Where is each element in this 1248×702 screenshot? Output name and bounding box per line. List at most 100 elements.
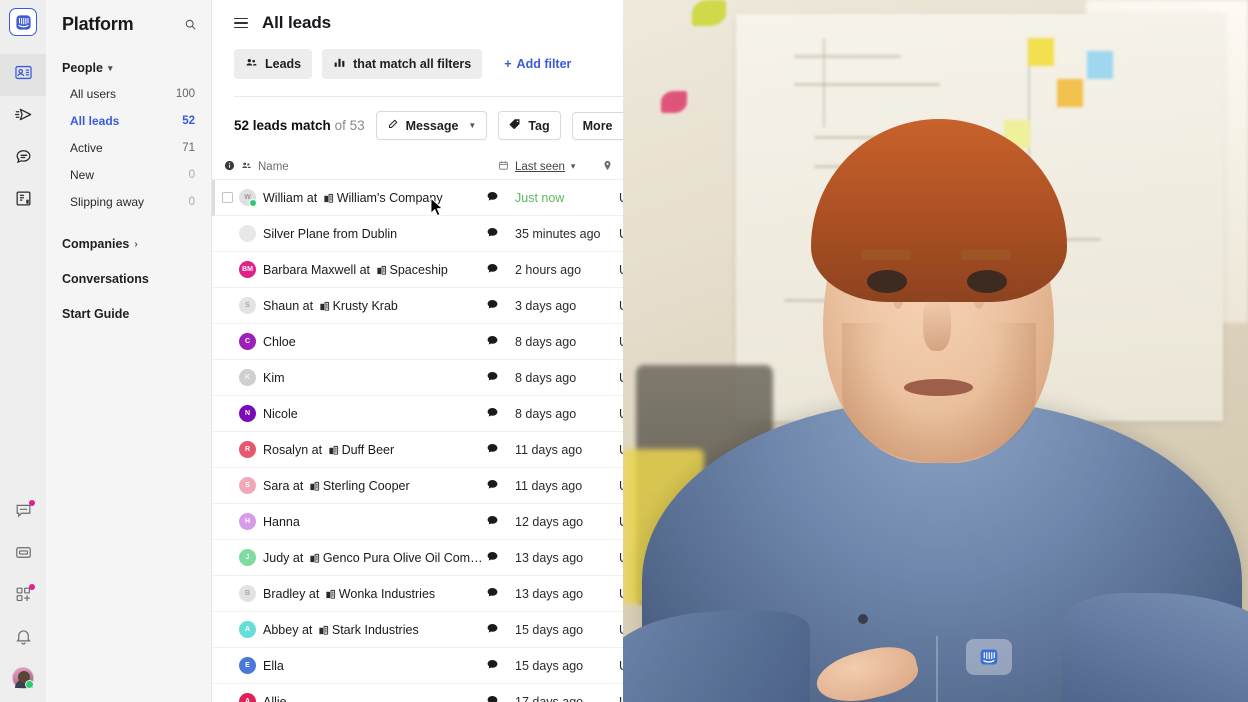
row-message-icon-cell[interactable] bbox=[486, 442, 515, 458]
row-message-icon-cell[interactable] bbox=[486, 622, 515, 638]
row-message-icon-cell[interactable] bbox=[486, 586, 515, 602]
sidebar-item-start-guide[interactable]: Start Guide bbox=[46, 307, 211, 321]
rail-item-messenger[interactable] bbox=[0, 534, 46, 576]
sidebar-item-label: New bbox=[70, 168, 95, 182]
chat-bubble-icon[interactable] bbox=[486, 298, 499, 314]
row-message-icon-cell[interactable] bbox=[486, 550, 515, 566]
sidebar-item-label: Active bbox=[70, 141, 103, 155]
audience-chip[interactable]: Leads bbox=[234, 49, 313, 79]
row-person-name: Ella bbox=[263, 658, 284, 673]
chat-bubble-icon[interactable] bbox=[486, 334, 499, 350]
rail-item-outbound[interactable] bbox=[0, 96, 46, 138]
sidebar-item-new[interactable]: New 0 bbox=[46, 162, 211, 189]
row-at-word: at bbox=[302, 298, 314, 313]
chat-bubble-icon[interactable] bbox=[486, 586, 499, 602]
row-name-cell[interactable]: C Chloe bbox=[239, 333, 486, 350]
sidebar-item-label: Start Guide bbox=[62, 307, 130, 321]
rail-item-conversations[interactable] bbox=[0, 138, 46, 180]
row-message-icon-cell[interactable] bbox=[486, 694, 515, 702]
chevron-right-icon: › bbox=[134, 238, 138, 250]
row-at-word: at bbox=[311, 442, 323, 457]
chat-bubble-icon[interactable] bbox=[486, 478, 499, 494]
sidebar-item-count: 100 bbox=[175, 88, 195, 100]
row-name-cell[interactable]: BM Barbara Maxwell at Spaceship bbox=[239, 261, 486, 278]
match-filters-chip[interactable]: that match all filters bbox=[322, 49, 483, 79]
webcam-video-overlay bbox=[623, 0, 1248, 702]
row-checkbox[interactable] bbox=[222, 192, 233, 203]
row-message-icon-cell[interactable] bbox=[486, 298, 515, 314]
row-message-icon-cell[interactable] bbox=[486, 406, 515, 422]
add-filter-label: Add filter bbox=[516, 57, 572, 71]
message-button[interactable]: Message ▼ bbox=[375, 111, 488, 140]
info-icon[interactable] bbox=[224, 160, 235, 174]
row-name-cell[interactable]: R Rosalyn at Duff Beer bbox=[239, 441, 486, 458]
sidebar-item-label: Conversations bbox=[62, 272, 149, 286]
row-company-name: Duff Beer bbox=[341, 442, 395, 457]
sidebar-item-all-users[interactable]: All users 100 bbox=[46, 81, 211, 108]
add-filter-button[interactable]: + Add filter bbox=[504, 57, 571, 71]
column-header-last-seen-label: Last seen bbox=[515, 160, 565, 173]
row-message-icon-cell[interactable] bbox=[486, 514, 515, 530]
chat-bubble-icon[interactable] bbox=[486, 658, 499, 674]
row-name-cell[interactable]: K Kim bbox=[239, 369, 486, 386]
row-name-cell[interactable]: W William at William's Company bbox=[239, 189, 486, 206]
row-name-cell[interactable]: J Judy at Genco Pura Olive Oil Company bbox=[239, 549, 486, 566]
row-name-cell[interactable]: H Hanna bbox=[239, 513, 486, 530]
row-message-icon-cell[interactable] bbox=[486, 370, 515, 386]
row-last-seen: Just now bbox=[515, 190, 565, 205]
chat-bubble-icon[interactable] bbox=[486, 226, 499, 242]
sidebar-section-people[interactable]: People ▾ bbox=[46, 61, 211, 75]
chat-bubble-icon[interactable] bbox=[486, 370, 499, 386]
chevron-down-icon: ▾ bbox=[570, 161, 576, 171]
row-message-icon-cell[interactable] bbox=[486, 334, 515, 350]
rail-item-profile[interactable] bbox=[0, 660, 46, 702]
sidebar-item-companies[interactable]: Companies › bbox=[46, 237, 211, 251]
chat-bubble-icon[interactable] bbox=[486, 262, 499, 278]
row-name-cell[interactable]: S Shaun at Krusty Krab bbox=[239, 297, 486, 314]
filter-chart-icon bbox=[333, 56, 346, 72]
row-name-cell[interactable]: A Abbey at Stark Industries bbox=[239, 621, 486, 638]
video-person-hand bbox=[811, 639, 923, 702]
row-name-cell[interactable]: Silver Plane from Dublin bbox=[239, 225, 486, 242]
rail-item-inbox[interactable] bbox=[0, 492, 46, 534]
row-at-word: at bbox=[306, 190, 318, 205]
sidebar-item-label: All users bbox=[70, 87, 117, 101]
chevron-down-icon: ▼ bbox=[468, 121, 477, 130]
row-last-seen: 13 days ago bbox=[515, 586, 584, 601]
row-name-cell[interactable]: S Sara at Sterling Cooper bbox=[239, 477, 486, 494]
row-person-name: Hanna bbox=[263, 514, 300, 529]
row-message-icon-cell[interactable] bbox=[486, 478, 515, 494]
column-header-last-seen[interactable]: Last seen ▾ bbox=[498, 160, 602, 174]
intercom-logo[interactable] bbox=[9, 8, 37, 36]
row-name-cell[interactable]: N Nicole bbox=[239, 405, 486, 422]
hamburger-menu-icon[interactable] bbox=[234, 17, 248, 29]
row-message-icon-cell[interactable] bbox=[486, 262, 515, 278]
chat-bubble-icon[interactable] bbox=[486, 442, 499, 458]
row-name-cell[interactable]: B Bradley at Wonka Industries bbox=[239, 585, 486, 602]
chat-bubble-icon[interactable] bbox=[486, 694, 499, 702]
column-header-name[interactable]: Name bbox=[222, 160, 469, 174]
row-name-cell[interactable]: E Ella bbox=[239, 657, 486, 674]
sidebar-item-conversations[interactable]: Conversations bbox=[46, 272, 211, 286]
row-message-icon-cell[interactable] bbox=[486, 226, 515, 242]
row-message-icon-cell[interactable] bbox=[486, 190, 515, 206]
chat-bubble-icon[interactable] bbox=[486, 514, 499, 530]
rail-item-articles[interactable] bbox=[0, 180, 46, 222]
message-button-label: Message bbox=[405, 118, 459, 133]
row-person-name: Abbey bbox=[263, 622, 299, 637]
sidebar-item-all-leads[interactable]: All leads 52 bbox=[46, 108, 211, 135]
row-name-cell[interactable]: A Allie bbox=[239, 693, 486, 702]
compose-icon bbox=[387, 118, 399, 133]
chat-bubble-icon[interactable] bbox=[486, 622, 499, 638]
chat-bubble-icon[interactable] bbox=[486, 190, 499, 206]
chat-bubble-icon[interactable] bbox=[486, 550, 499, 566]
tag-button[interactable]: Tag bbox=[498, 111, 561, 140]
sidebar-item-active[interactable]: Active 71 bbox=[46, 135, 211, 162]
chat-bubble-icon[interactable] bbox=[486, 406, 499, 422]
row-message-icon-cell[interactable] bbox=[486, 658, 515, 674]
search-icon[interactable] bbox=[184, 18, 197, 31]
rail-item-notifications[interactable] bbox=[0, 618, 46, 660]
sidebar-item-slipping-away[interactable]: Slipping away 0 bbox=[46, 189, 211, 216]
rail-item-contacts[interactable] bbox=[0, 54, 46, 96]
rail-item-apps[interactable] bbox=[0, 576, 46, 618]
